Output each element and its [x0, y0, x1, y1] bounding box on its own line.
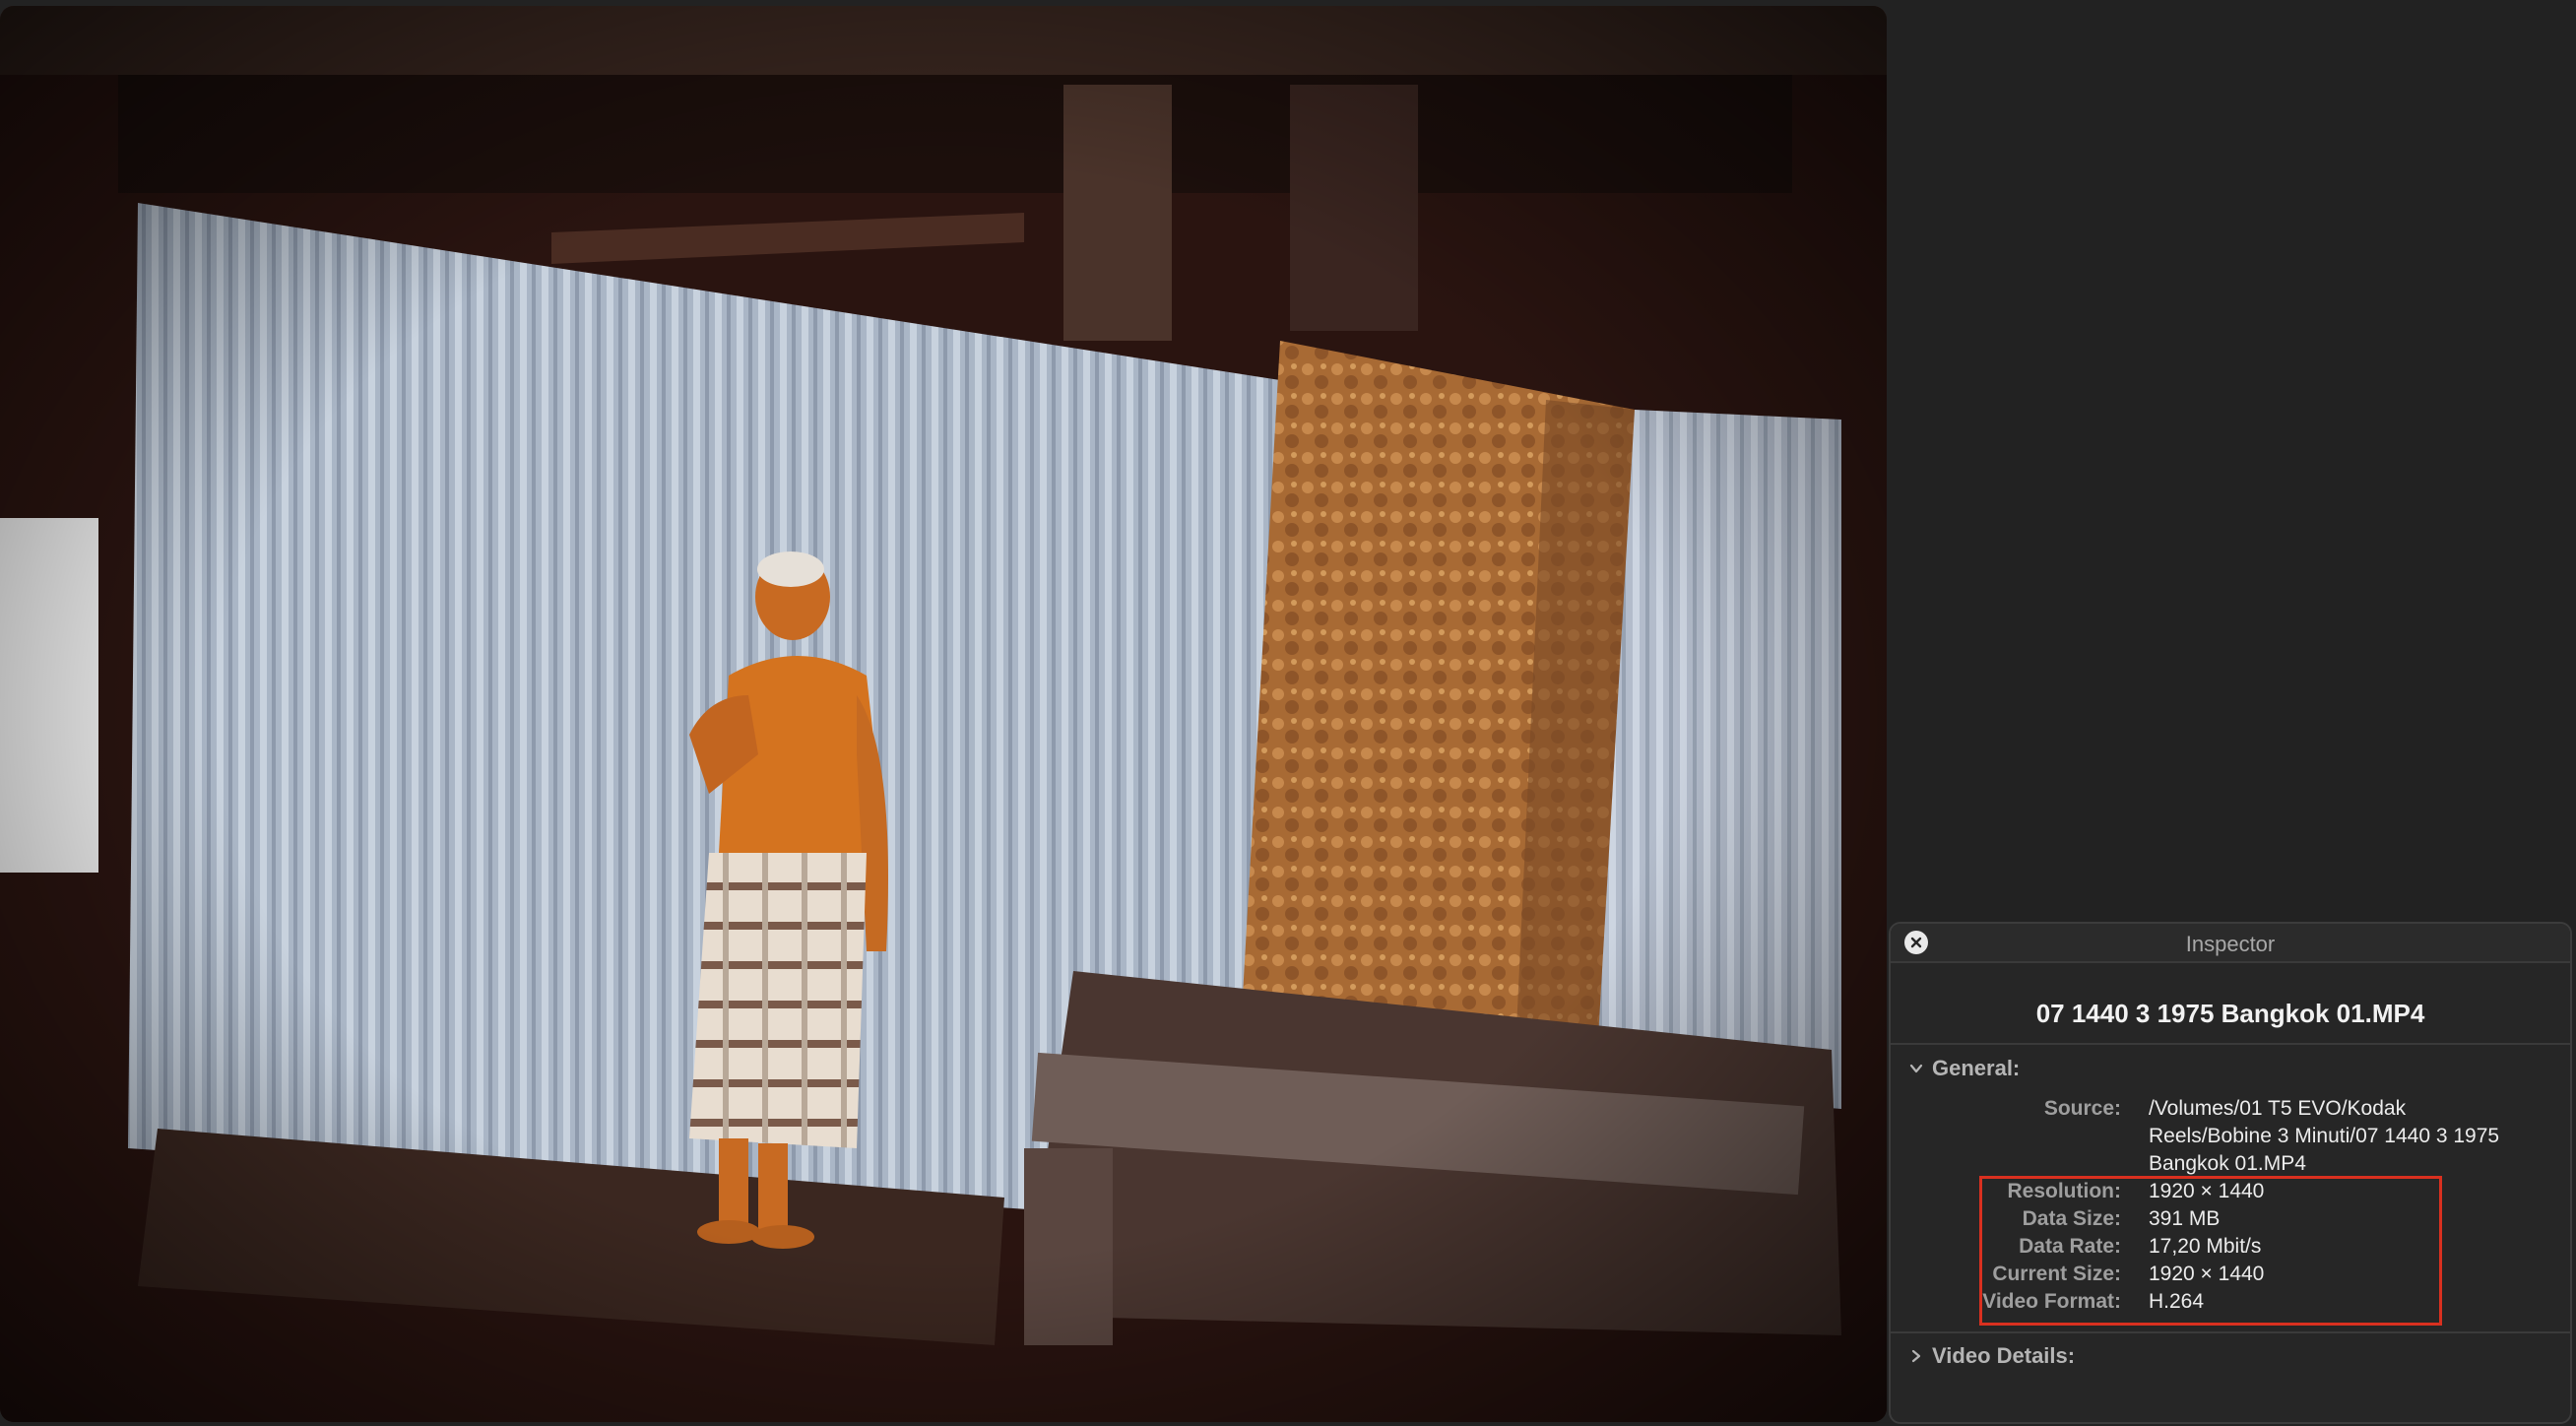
- info-value: 1920 × 1440: [2149, 1180, 2265, 1202]
- info-value: 17,20 Mbit/s: [2149, 1235, 2262, 1258]
- video-details-section-toggle[interactable]: Video Details:: [1908, 1343, 2075, 1369]
- chevron-right-icon: [1911, 1349, 1921, 1363]
- info-row-video-format: Video Format: H.264: [1891, 1288, 2570, 1316]
- inspector-panel: Inspector 07 1440 3 1975 Bangkok 01.MP4 …: [1889, 922, 2572, 1424]
- video-frame[interactable]: [0, 6, 1887, 1422]
- info-key: Data Size:: [2022, 1207, 2121, 1230]
- video-player-window[interactable]: [0, 6, 1887, 1422]
- file-name: 07 1440 3 1975 Bangkok 01.MP4: [2035, 999, 2425, 1028]
- divider: [1891, 1043, 2570, 1045]
- general-section-toggle[interactable]: General:: [1908, 1056, 2020, 1081]
- video-details-section-label: Video Details:: [1932, 1343, 2076, 1368]
- info-key: Data Rate:: [2019, 1235, 2121, 1258]
- info-value: 391 MB: [2149, 1207, 2221, 1230]
- info-value: H.264: [2149, 1290, 2205, 1313]
- info-value: 1920 × 1440: [2149, 1263, 2265, 1285]
- info-row-resolution: Resolution: 1920 × 1440: [1891, 1178, 2570, 1205]
- general-info-list: Source: /Volumes/01 T5 EVO/Kodak Reels/B…: [1891, 1095, 2570, 1316]
- info-key: Video Format:: [1982, 1290, 2121, 1313]
- info-row-current-size: Current Size: 1920 × 1440: [1891, 1261, 2570, 1288]
- general-section-label: General:: [1932, 1056, 2021, 1080]
- info-key: Resolution:: [2007, 1180, 2122, 1202]
- inspector-titlebar[interactable]: Inspector: [1891, 924, 2570, 963]
- info-row-source: Source: /Volumes/01 T5 EVO/Kodak Reels/B…: [1891, 1095, 2570, 1178]
- info-value: /Volumes/01 T5 EVO/Kodak Reels/Bobine 3 …: [2149, 1097, 2500, 1175]
- info-key: Current Size:: [1992, 1263, 2121, 1285]
- inspector-title: Inspector: [2185, 932, 2276, 956]
- chevron-down-icon: [1909, 1064, 1923, 1073]
- info-key: Source:: [2043, 1097, 2121, 1120]
- info-row-data-rate: Data Rate: 17,20 Mbit/s: [1891, 1233, 2570, 1261]
- desktop: Inspector 07 1440 3 1975 Bangkok 01.MP4 …: [0, 0, 2576, 1426]
- divider: [1891, 1331, 2570, 1333]
- info-row-data-size: Data Size: 391 MB: [1891, 1205, 2570, 1233]
